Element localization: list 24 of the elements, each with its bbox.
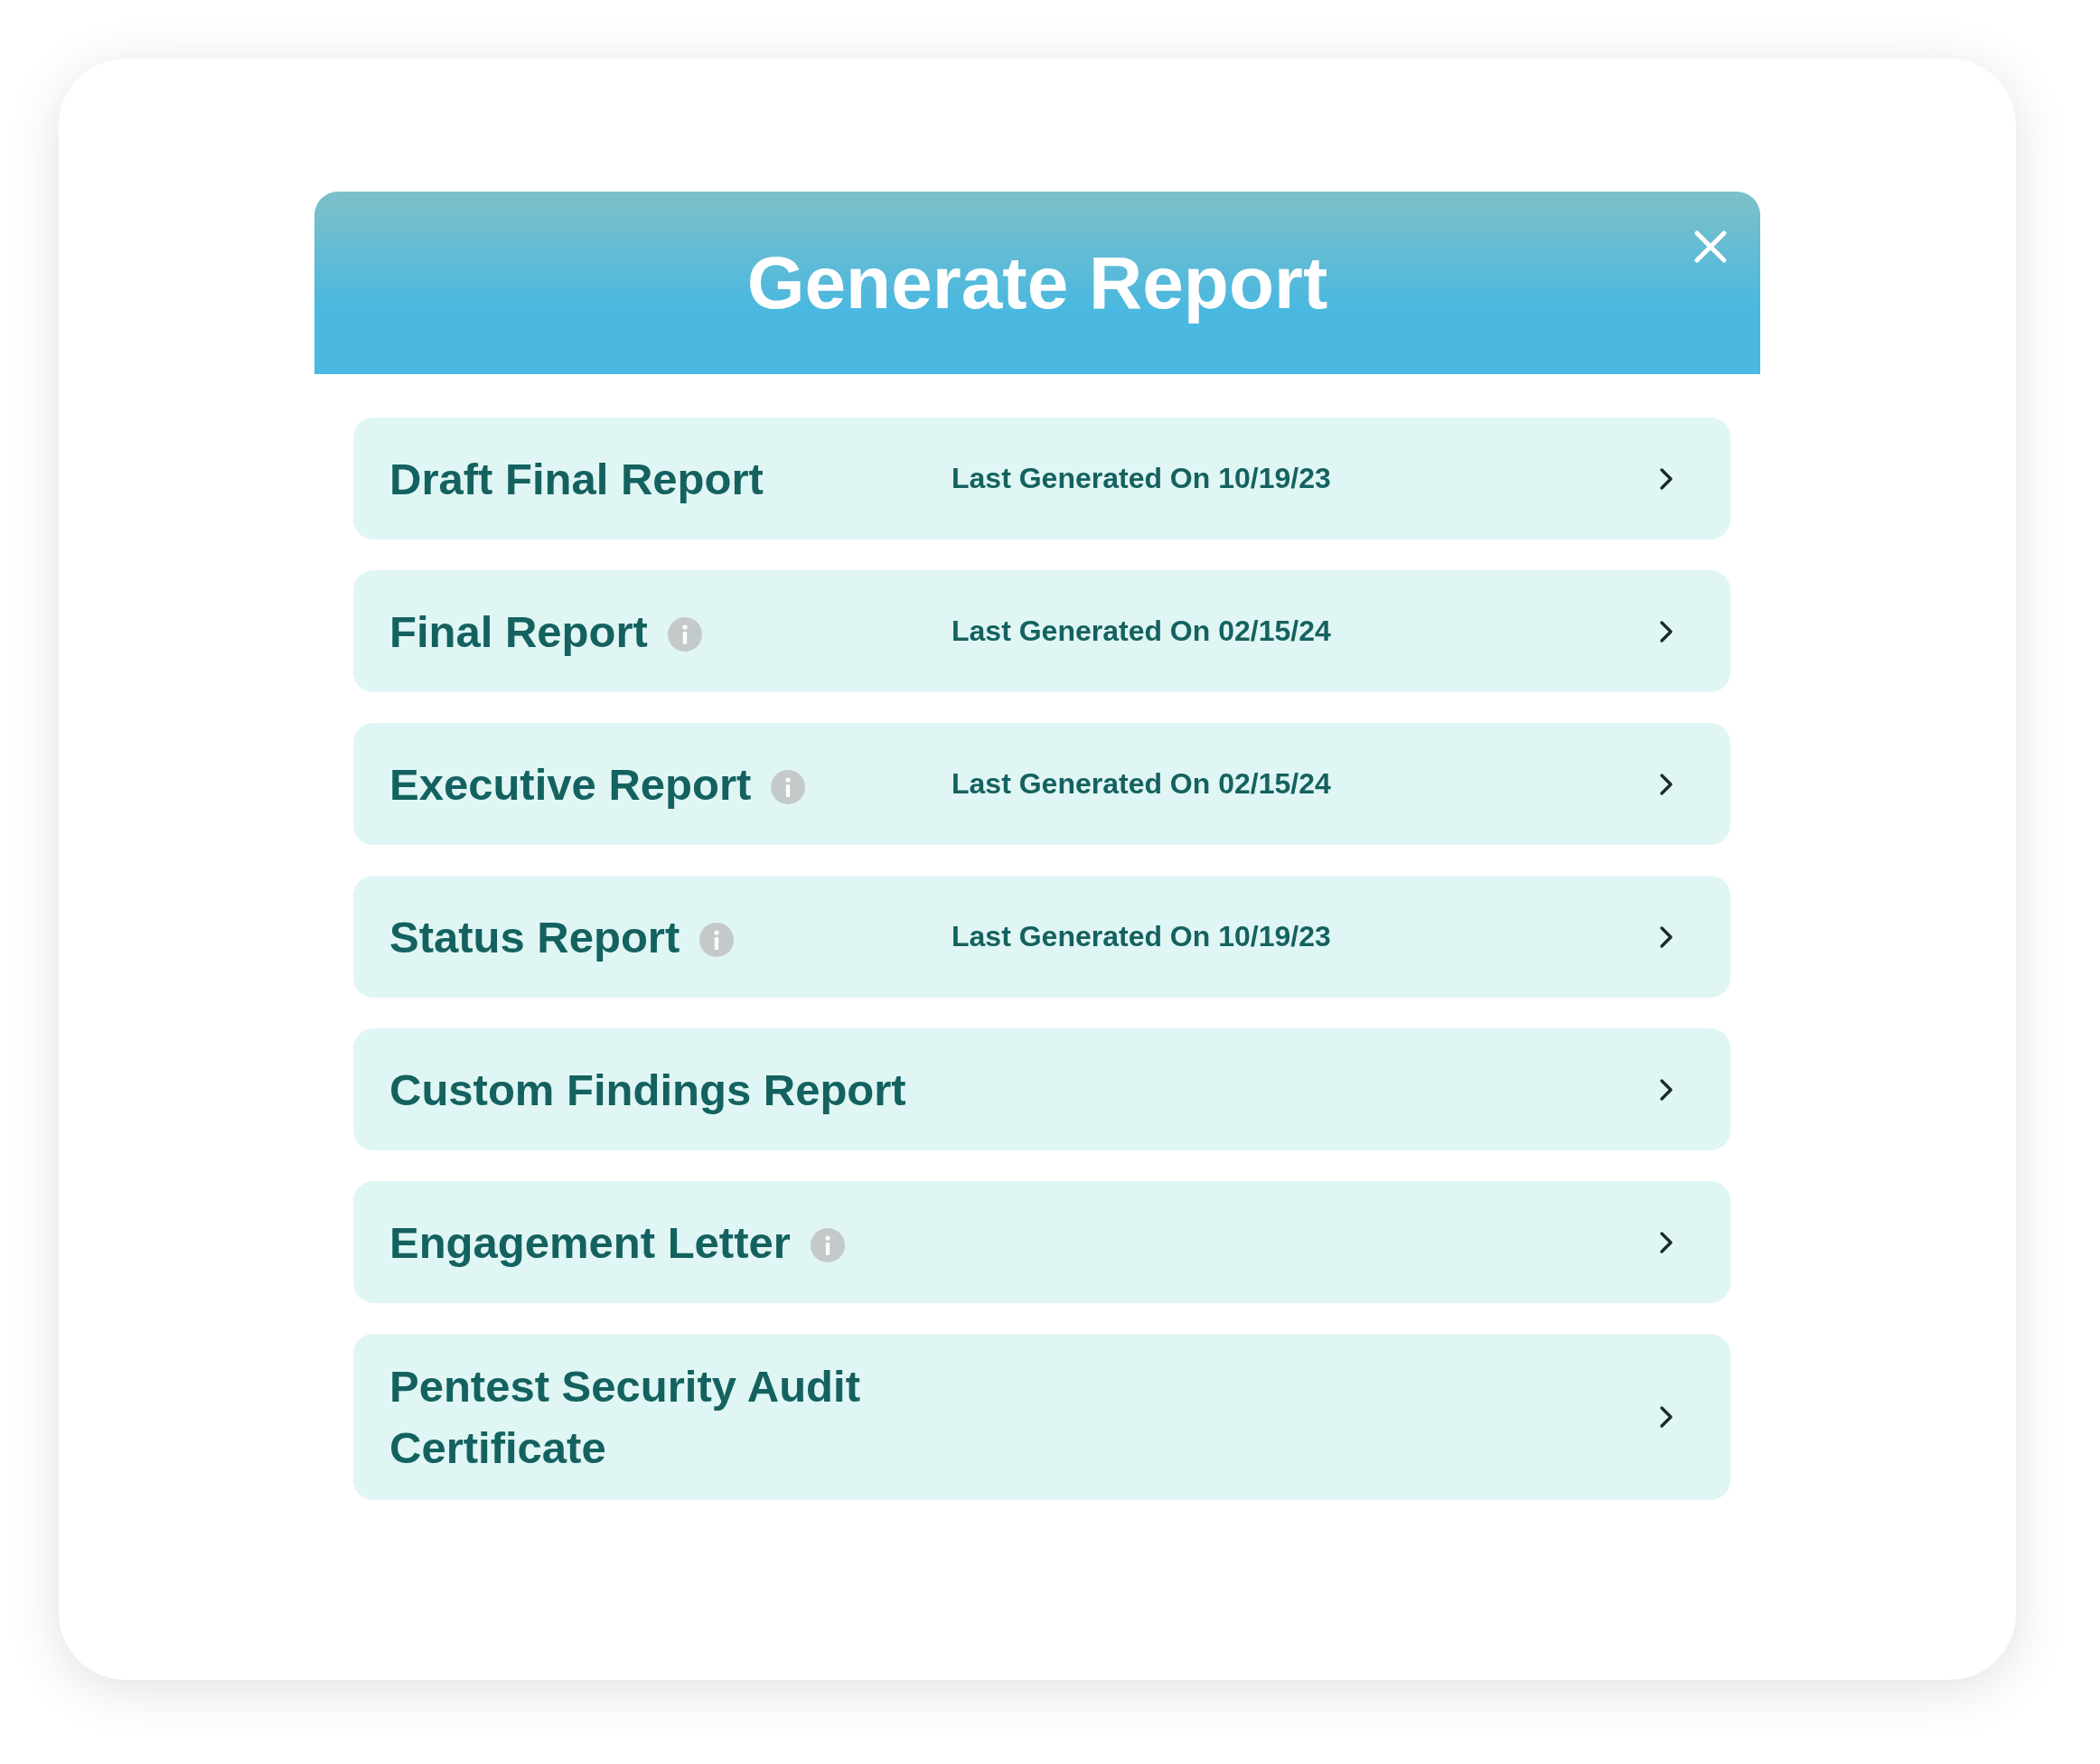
info-icon[interactable]	[699, 922, 735, 957]
last-generated-date: Last Generated On 02/15/24	[952, 767, 1331, 800]
info-icon[interactable]	[771, 769, 806, 804]
report-title: Custom Findings Report	[389, 1064, 906, 1116]
report-item[interactable]: Status Report Last Generated On 10/19/23	[353, 876, 1730, 998]
report-item[interactable]: Final Report Last Generated On 02/15/24	[353, 570, 1730, 692]
report-title: Draft Final Report	[389, 453, 764, 505]
info-icon[interactable]	[667, 616, 702, 652]
report-item[interactable]: Draft Final Report Last Generated On 10/19/23	[353, 418, 1730, 540]
report-title: Engagement Letter	[389, 1216, 791, 1269]
report-item[interactable]: Pentest Security Audit Certificate	[353, 1334, 1730, 1500]
last-generated-date: Last Generated On 10/19/23	[952, 462, 1331, 494]
close-icon[interactable]	[1693, 230, 1728, 264]
info-icon[interactable]	[810, 1227, 845, 1262]
report-item[interactable]: Engagement Letter	[353, 1181, 1730, 1303]
report-item[interactable]: Custom Findings Report	[353, 1028, 1730, 1150]
last-generated-date: Last Generated On 10/19/23	[952, 920, 1331, 952]
report-title: Executive Report	[389, 758, 752, 811]
report-title: Pentest Security Audit Certificate	[389, 1361, 861, 1474]
last-generated-date: Last Generated On 02/15/24	[952, 615, 1331, 647]
dialog-title: Generate Report	[746, 240, 1328, 325]
report-item[interactable]: Executive Report Last Generated On 02/15/24	[353, 723, 1730, 845]
report-title: Status Report	[389, 911, 680, 963]
report-title: Final Report	[389, 605, 648, 658]
